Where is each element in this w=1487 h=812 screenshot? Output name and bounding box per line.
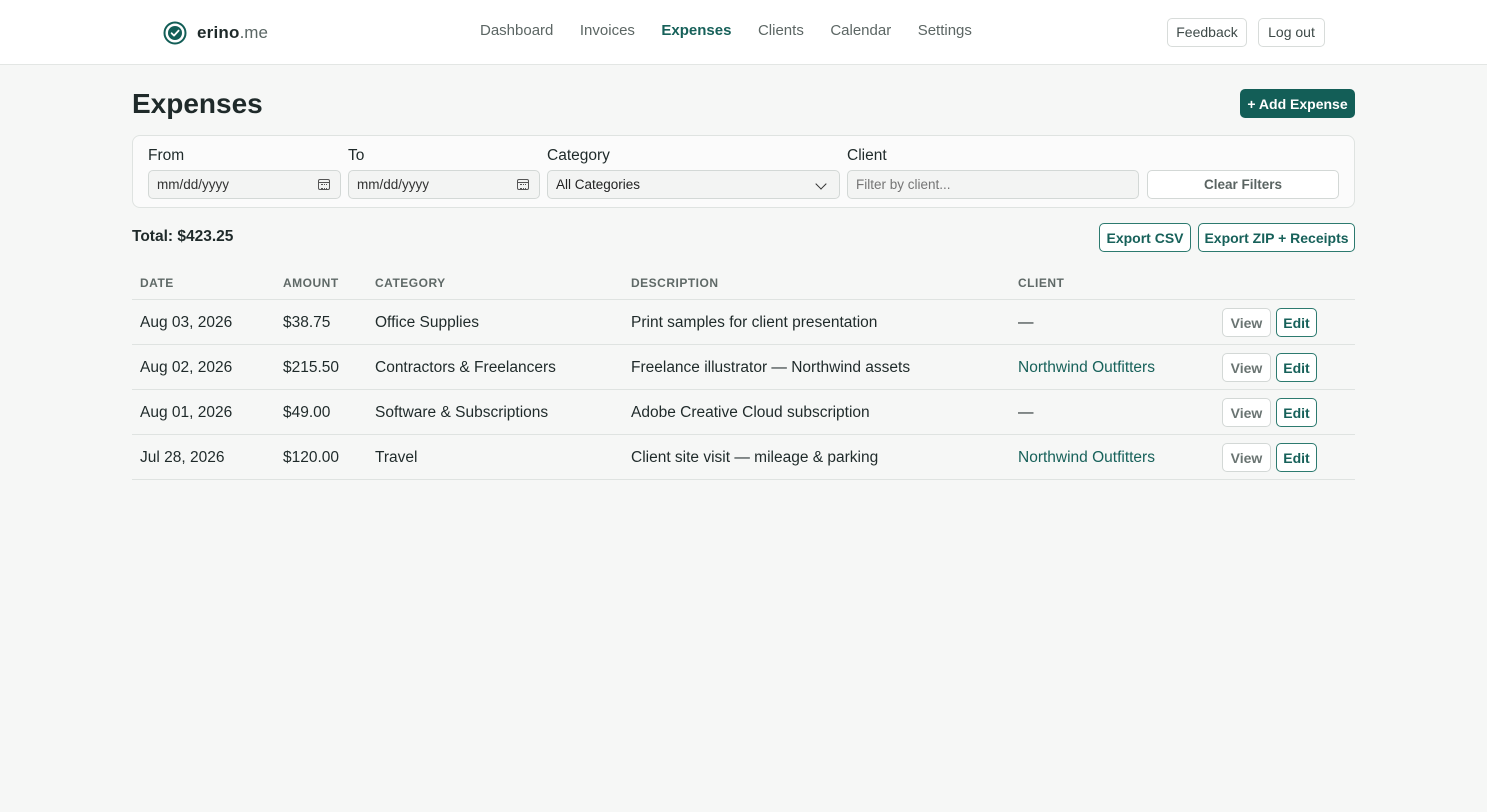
brand[interactable]: erino .me bbox=[163, 20, 268, 46]
chevron-down-icon bbox=[815, 178, 827, 190]
filter-panel: From mm/dd/yyyy To mm/dd/yyyy Category A… bbox=[132, 135, 1355, 208]
nav-invoices[interactable]: Invoices bbox=[580, 22, 635, 39]
view-button[interactable]: View bbox=[1222, 308, 1271, 337]
export-csv-button[interactable]: Export CSV bbox=[1099, 223, 1191, 252]
cell-amount: $49.00 bbox=[283, 404, 331, 421]
view-button[interactable]: View bbox=[1222, 443, 1271, 472]
page-title: Expenses bbox=[132, 88, 263, 119]
cell-category: Contractors & Freelancers bbox=[375, 359, 556, 376]
from-date-placeholder: mm/dd/yyyy bbox=[157, 177, 230, 192]
cell-amount: $38.75 bbox=[283, 314, 331, 331]
view-button[interactable]: View bbox=[1222, 353, 1271, 382]
cell-date: Jul 28, 2026 bbox=[140, 449, 225, 466]
nav-calendar[interactable]: Calendar bbox=[830, 22, 891, 39]
from-date-input[interactable]: mm/dd/yyyy bbox=[148, 170, 341, 199]
add-expense-button[interactable]: + Add Expense bbox=[1240, 89, 1355, 118]
client-label: Client bbox=[847, 147, 887, 164]
table-row: Aug 02, 2026 $215.50 Contractors & Freel… bbox=[132, 345, 1355, 390]
header-date[interactable]: DATE bbox=[140, 276, 174, 290]
cell-amount: $120.00 bbox=[283, 449, 340, 466]
calendar-icon[interactable] bbox=[318, 179, 330, 190]
to-date-input[interactable]: mm/dd/yyyy bbox=[348, 170, 540, 199]
client-link[interactable]: Northwind Outfitters bbox=[1018, 359, 1155, 377]
header-client[interactable]: CLIENT bbox=[1018, 276, 1064, 290]
cell-category: Software & Subscriptions bbox=[375, 404, 549, 421]
logout-button[interactable]: Log out bbox=[1258, 18, 1325, 47]
from-label: From bbox=[148, 147, 185, 164]
export-zip-button[interactable]: Export ZIP + Receipts bbox=[1198, 223, 1355, 252]
cell-date: Aug 01, 2026 bbox=[140, 404, 233, 421]
cell-description: Print samples for client presentation bbox=[631, 314, 878, 331]
cell-description: Client site visit — mileage & parking bbox=[631, 449, 879, 466]
header-category[interactable]: CATEGORY bbox=[375, 276, 446, 290]
cell-description: Freelance illustrator — Northwind assets bbox=[631, 359, 911, 376]
brand-tld: .me bbox=[239, 23, 268, 42]
header-amount[interactable]: AMOUNT bbox=[283, 276, 339, 290]
client-filter-input[interactable] bbox=[847, 170, 1139, 199]
main-nav: Dashboard Invoices Expenses Clients Cale… bbox=[480, 22, 998, 39]
cell-description: Adobe Creative Cloud subscription bbox=[631, 404, 870, 421]
table-row: Aug 03, 2026 $38.75 Office Supplies Prin… bbox=[132, 300, 1355, 345]
table-row: Jul 28, 2026 $120.00 Travel Client site … bbox=[132, 435, 1355, 480]
table-row: Aug 01, 2026 $49.00 Software & Subscript… bbox=[132, 390, 1355, 435]
nav-expenses[interactable]: Expenses bbox=[661, 22, 731, 39]
cell-client: — bbox=[1018, 404, 1034, 421]
cell-amount: $215.50 bbox=[283, 359, 340, 376]
edit-button[interactable]: Edit bbox=[1276, 308, 1317, 337]
view-button[interactable]: View bbox=[1222, 398, 1271, 427]
edit-button[interactable]: Edit bbox=[1276, 398, 1317, 427]
category-select[interactable]: All Categories bbox=[547, 170, 840, 199]
client-link[interactable]: Northwind Outfitters bbox=[1018, 449, 1155, 467]
expenses-table: DATE AMOUNT CATEGORY DESCRIPTION CLIENT … bbox=[132, 265, 1355, 480]
brand-name: erino bbox=[197, 23, 240, 42]
edit-button[interactable]: Edit bbox=[1276, 443, 1317, 472]
cell-date: Aug 02, 2026 bbox=[140, 359, 233, 376]
category-selected-value: All Categories bbox=[556, 177, 641, 192]
cell-category: Office Supplies bbox=[375, 314, 479, 331]
total-amount: Total: $423.25 bbox=[132, 228, 234, 245]
nav-settings[interactable]: Settings bbox=[918, 22, 972, 39]
clear-filters-button[interactable]: Clear Filters bbox=[1147, 170, 1339, 199]
cell-date: Aug 03, 2026 bbox=[140, 314, 233, 331]
to-date-placeholder: mm/dd/yyyy bbox=[357, 177, 430, 192]
nav-clients[interactable]: Clients bbox=[758, 22, 804, 39]
category-label: Category bbox=[547, 147, 610, 164]
nav-dashboard[interactable]: Dashboard bbox=[480, 22, 553, 39]
header-description[interactable]: DESCRIPTION bbox=[631, 276, 719, 290]
calendar-icon[interactable] bbox=[517, 179, 529, 190]
top-navbar: erino .me Dashboard Invoices Expenses Cli… bbox=[0, 0, 1487, 65]
feedback-button[interactable]: Feedback bbox=[1167, 18, 1247, 47]
edit-button[interactable]: Edit bbox=[1276, 353, 1317, 382]
check-circle-logo-icon bbox=[163, 21, 187, 45]
table-header: DATE AMOUNT CATEGORY DESCRIPTION CLIENT bbox=[132, 265, 1355, 300]
cell-category: Travel bbox=[375, 449, 418, 466]
to-label: To bbox=[348, 147, 365, 164]
cell-client: — bbox=[1018, 314, 1034, 331]
